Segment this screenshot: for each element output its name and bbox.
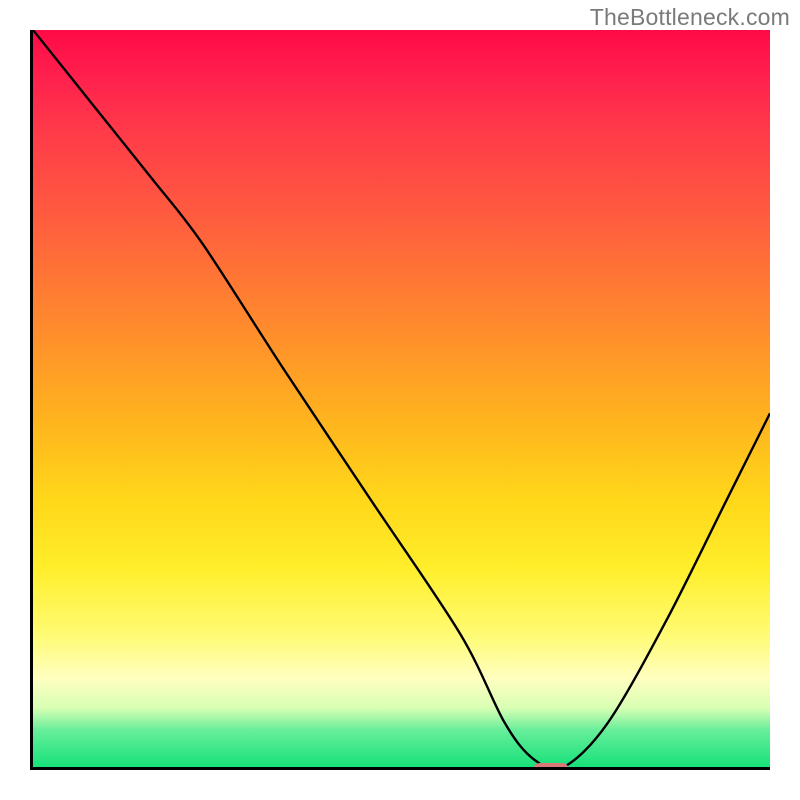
bottleneck-curve [33,30,770,767]
optimal-point-marker [533,763,569,770]
plot-area [30,30,770,770]
curve-path [33,30,770,767]
chart-container: TheBottleneck.com [0,0,800,800]
watermark-text: TheBottleneck.com [590,4,790,31]
